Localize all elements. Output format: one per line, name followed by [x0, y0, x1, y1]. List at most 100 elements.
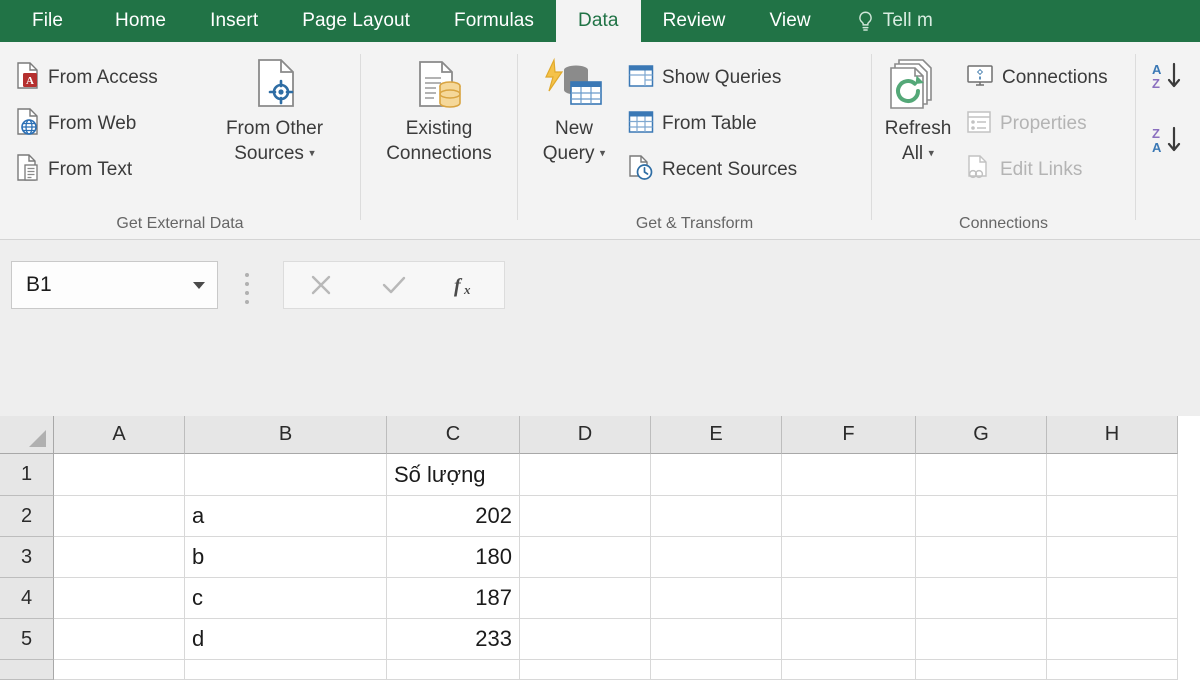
cancel-x-icon[interactable]	[289, 262, 353, 308]
from-other-sources-button[interactable]: From Other Sources ▾	[203, 54, 346, 166]
ribbon-tab-formulas[interactable]: Formulas	[432, 0, 556, 42]
cell-H3[interactable]	[1047, 537, 1178, 578]
enter-check-icon[interactable]	[362, 262, 426, 308]
column-header-D[interactable]: D	[520, 416, 651, 454]
show-queries-button[interactable]: Show Queries	[628, 61, 781, 95]
chevron-down-icon[interactable]	[181, 262, 217, 308]
cell-B2[interactable]: a	[185, 496, 387, 537]
cell-C2[interactable]: 202	[387, 496, 520, 537]
cell-A2[interactable]	[54, 496, 185, 537]
sort-descending-button[interactable]: Z A	[1150, 125, 1190, 159]
cell-A3[interactable]	[54, 537, 185, 578]
cell-A5[interactable]	[54, 619, 185, 660]
cell-G3[interactable]	[916, 537, 1047, 578]
row-header-partial[interactable]	[0, 660, 54, 680]
cell-F3[interactable]	[782, 537, 916, 578]
cell-partial[interactable]	[916, 660, 1047, 680]
cell-partial[interactable]	[651, 660, 782, 680]
cell-F1[interactable]	[782, 454, 916, 496]
column-header-A[interactable]: A	[54, 416, 185, 454]
from-table-button[interactable]: From Table	[628, 107, 757, 141]
chevron-down-icon[interactable]: ▾	[600, 147, 606, 159]
cell-A4[interactable]	[54, 578, 185, 619]
column-header-G[interactable]: G	[916, 416, 1047, 454]
name-box-resize-handle[interactable]	[245, 273, 249, 304]
connections-icon	[966, 64, 994, 93]
cell-partial[interactable]	[1047, 660, 1178, 680]
tell-me-search[interactable]: Tell m	[833, 0, 955, 42]
row-header-5[interactable]: 5	[0, 619, 54, 660]
cell-F2[interactable]	[782, 496, 916, 537]
cell-D4[interactable]	[520, 578, 651, 619]
ribbon-tab-home[interactable]: Home	[93, 0, 188, 42]
column-header-H[interactable]: H	[1047, 416, 1178, 454]
cell-B3[interactable]: b	[185, 537, 387, 578]
cell-H1[interactable]	[1047, 454, 1178, 496]
row-header-1[interactable]: 1	[0, 454, 54, 496]
cell-B5[interactable]: d	[185, 619, 387, 660]
cell-partial[interactable]	[520, 660, 651, 680]
cell-G1[interactable]	[916, 454, 1047, 496]
cell-E2[interactable]	[651, 496, 782, 537]
column-header-B[interactable]: B	[185, 416, 387, 454]
existing-connections-button[interactable]: Existing Connections	[361, 54, 517, 166]
column-header-C[interactable]: C	[387, 416, 520, 454]
cell-D1[interactable]	[520, 454, 651, 496]
cell-G2[interactable]	[916, 496, 1047, 537]
cell-G5[interactable]	[916, 619, 1047, 660]
cell-C3[interactable]: 180	[387, 537, 520, 578]
sort-ascending-button[interactable]: A Z	[1150, 61, 1190, 95]
cell-F5[interactable]	[782, 619, 916, 660]
ribbon-tab-file[interactable]: File	[0, 0, 93, 42]
chevron-down-icon[interactable]: ▾	[309, 147, 315, 159]
ribbon-tab-view[interactable]: View	[747, 0, 832, 42]
cell-partial[interactable]	[54, 660, 185, 680]
cell-D3[interactable]	[520, 537, 651, 578]
cell-B4[interactable]: c	[185, 578, 387, 619]
cell-E1[interactable]	[651, 454, 782, 496]
edit-links-button[interactable]: Edit Links	[966, 153, 1082, 187]
cell-C5[interactable]: 233	[387, 619, 520, 660]
name-box[interactable]: B1	[11, 261, 218, 309]
cell-B1[interactable]	[185, 454, 387, 496]
cell-H2[interactable]	[1047, 496, 1178, 537]
cell-D2[interactable]	[520, 496, 651, 537]
cell-partial[interactable]	[185, 660, 387, 680]
cell-H4[interactable]	[1047, 578, 1178, 619]
column-header-E[interactable]: E	[651, 416, 782, 454]
cell-partial[interactable]	[387, 660, 520, 680]
ribbon-tab-data[interactable]: Data	[556, 0, 641, 42]
cell-E3[interactable]	[651, 537, 782, 578]
ribbon-tab-review[interactable]: Review	[641, 0, 748, 42]
cell-C1[interactable]: Số lượng	[387, 454, 520, 496]
cell-F4[interactable]	[782, 578, 916, 619]
row-header-3[interactable]: 3	[0, 537, 54, 578]
recent-sources-button[interactable]: Recent Sources	[628, 153, 797, 187]
column-header-F[interactable]: F	[782, 416, 916, 454]
from-text-button[interactable]: From Text	[16, 153, 132, 187]
ribbon-tab-page-layout[interactable]: Page Layout	[280, 0, 432, 42]
cell-E5[interactable]	[651, 619, 782, 660]
cell-C4[interactable]: 187	[387, 578, 520, 619]
chevron-down-icon[interactable]: ▾	[928, 147, 934, 159]
refresh-all-button[interactable]: Refresh All ▾	[872, 54, 964, 166]
connections-label: Connections	[1002, 67, 1108, 88]
new-query-button[interactable]: New Query ▾	[522, 54, 626, 166]
edit-links-label: Edit Links	[1000, 159, 1083, 180]
cell-partial[interactable]	[782, 660, 916, 680]
name-box-value[interactable]: B1	[12, 273, 181, 297]
row-header-4[interactable]: 4	[0, 578, 54, 619]
cell-G4[interactable]	[916, 578, 1047, 619]
properties-button[interactable]: Properties	[966, 107, 1087, 141]
from-access-button[interactable]: A From Access	[16, 61, 158, 95]
cell-D5[interactable]	[520, 619, 651, 660]
row-header-2[interactable]: 2	[0, 496, 54, 537]
insert-function-fx-icon[interactable]: f x	[435, 262, 499, 308]
cell-E4[interactable]	[651, 578, 782, 619]
from-web-button[interactable]: From Web	[16, 107, 136, 141]
ribbon-tab-insert[interactable]: Insert	[188, 0, 280, 42]
cell-H5[interactable]	[1047, 619, 1178, 660]
select-all-button[interactable]	[0, 416, 54, 454]
connections-button[interactable]: Connections	[966, 61, 1108, 95]
cell-A1[interactable]	[54, 454, 185, 496]
